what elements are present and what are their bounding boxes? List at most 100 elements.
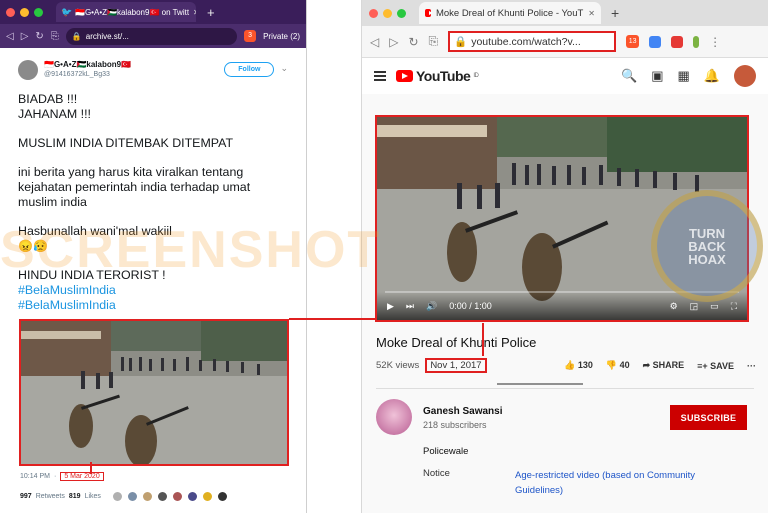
tweet-header: 🇮🇩G•A•Z🇵🇸kalabon9🇹🇷 @91416372kL_Bg33 Fol… [18,60,288,80]
video-info-row: 52K views Nov 1, 2017 👍 130 👎 40 ➦ SHARE… [376,358,756,373]
liker-avatar[interactable] [127,492,137,501]
badge-line: TURN [688,225,726,241]
minimize-window-button[interactable] [383,8,392,18]
notice-link[interactable]: Age-restricted video (based on Community… [515,468,735,498]
apps-grid-icon[interactable]: ▦ [678,68,690,84]
youtube-play-icon [396,70,413,82]
hashtag-link[interactable]: #BelaMuslimIndia [18,283,288,298]
new-tab-button[interactable]: + [611,5,619,21]
lock-icon: 🔒 [71,31,82,41]
youtube-header: YouTube ID 🔍 ▣ ▦ 🔔 [362,58,768,94]
video-title: Moke Dreal of Khunti Police [376,335,537,350]
tab-title: 🇮🇩G•A•Z🇵🇸kalabon9🇹🇷 on Twitt [75,7,190,17]
subscribe-button[interactable]: SUBSCRIBE [670,405,747,430]
notifications-bell-icon[interactable]: 🔔 [704,68,720,84]
chevron-down-icon[interactable]: ⌄ [280,63,288,74]
tab-twitter[interactable]: 🐦 🇮🇩G•A•Z🇵🇸kalabon9🇹🇷 on Twitt ✕ [56,2,196,22]
avatar[interactable] [18,60,38,80]
liker-avatar[interactable] [157,492,167,501]
miniplayer-icon[interactable]: ◲ [690,301,699,312]
avatar[interactable] [734,65,756,87]
screenshot-comparison: 🐦 🇮🇩G•A•Z🇵🇸kalabon9🇹🇷 on Twitt ✕ + ◁ ▷ ↻… [0,0,768,513]
notice-label: Notice [423,468,450,479]
video-actions: 👍 130 👎 40 ➦ SHARE ≡+ SAVE ··· [564,360,756,371]
share-button[interactable]: ➦ SHARE [643,360,685,371]
liker-avatar[interactable] [187,492,197,501]
new-tab-button[interactable]: + [207,5,215,20]
tweet-line: BIADAB !!! [18,92,78,106]
retweets-count[interactable]: 997 [20,493,32,500]
brave-shield-icon[interactable]: 13 [626,35,640,48]
tweet-line: ini berita yang harus kita viralkan tent… [18,165,244,179]
tweet-line [18,210,288,224]
view-count: 52K views [376,360,420,371]
tweet-date[interactable]: 5 Mar 2020 [60,472,104,481]
likes-count[interactable]: 819 [69,493,81,500]
liker-avatar[interactable] [202,492,212,501]
maximize-window-button[interactable] [34,7,43,17]
bookmark-icon[interactable]: ⎘ [429,34,439,49]
channel-avatar[interactable] [376,399,412,435]
close-tab-icon[interactable]: ✕ [588,9,595,18]
save-button[interactable]: ≡+ SAVE [697,361,734,371]
create-video-icon[interactable]: ▣ [651,68,663,84]
address-bar[interactable]: 🔒 youtube.com/watch?v... [448,31,617,52]
translate-extension-icon[interactable] [649,35,662,48]
display-name[interactable]: 🇮🇩G•A•Z🇵🇸kalabon9🇹🇷 [44,60,131,69]
brave-shield-icon[interactable]: 3 [244,30,257,42]
tweet-line [18,122,288,136]
tweet-video[interactable] [19,319,289,466]
url-text: youtube.com/watch?v... [471,35,581,48]
channel-name[interactable]: Ganesh Sawansi [423,406,502,417]
right-tab-bar: Moke Dreal of Khunti Police - YouT ✕ + [362,0,768,26]
reload-icon[interactable]: ↻ [35,31,43,42]
forward-icon[interactable]: ▷ [21,31,29,42]
user-handle[interactable]: @91416372kL_Bg33 [44,71,131,78]
tab-youtube[interactable]: Moke Dreal of Khunti Police - YouT ✕ [419,2,601,24]
fullscreen-icon[interactable]: ⛶ [731,301,737,312]
maximize-window-button[interactable] [397,8,406,18]
dislike-button[interactable]: 👎 40 [606,360,630,371]
minimize-window-button[interactable] [20,7,29,17]
youtube-logo[interactable]: YouTube ID [396,68,479,84]
tweet-line: JAHANAM !!! [18,107,91,121]
extension-pen-icon[interactable] [693,35,700,48]
private-window-label: Private (2) [263,31,300,41]
volume-icon[interactable]: 🔊 [426,301,437,312]
divider [376,388,754,389]
hamburger-menu-icon[interactable] [374,71,386,81]
forward-icon[interactable]: ▷ [389,35,398,49]
tweet-line [18,254,288,268]
like-button[interactable]: 👍 130 [564,360,593,371]
share-label: SHARE [652,360,685,370]
menu-icon[interactable]: ⋮ [709,35,721,49]
settings-gear-icon[interactable]: ⚙ [670,301,678,312]
next-icon[interactable]: ⏭ [406,301,414,312]
extension-m-icon[interactable] [671,35,684,48]
search-icon[interactable]: 🔍 [621,68,637,84]
likes-label: Likes [84,493,101,500]
close-window-button[interactable] [369,8,378,18]
hashtag-link[interactable]: #BelaMuslimIndia [18,298,288,313]
play-icon[interactable]: ▶ [387,301,394,312]
liker-avatar[interactable] [142,492,152,501]
tweet-line [18,151,288,165]
more-actions-icon[interactable]: ··· [747,361,756,371]
liker-avatar[interactable] [112,492,122,501]
close-tab-icon[interactable]: ✕ [193,8,196,17]
bookmark-icon[interactable]: ⎘ [51,31,59,42]
liker-avatar[interactable] [217,492,227,501]
left-browser-window: 🐦 🇮🇩G•A•Z🇵🇸kalabon9🇹🇷 on Twitt ✕ + ◁ ▷ ↻… [0,0,307,513]
subscriber-count: 218 subscribers [423,420,487,430]
back-icon[interactable]: ◁ [370,35,379,49]
follow-button[interactable]: Follow [224,62,275,77]
back-icon[interactable]: ◁ [6,31,14,42]
address-bar[interactable]: 🔒 archive.st/... [65,27,238,45]
street-scene-image [21,321,287,464]
liker-avatar[interactable] [172,492,182,501]
close-window-button[interactable] [6,7,15,17]
tweet-line: kejahatan pemerintah india terhadap umat [18,180,251,194]
emoji-line: 😠😥 [18,239,48,253]
theater-mode-icon[interactable]: ▭ [710,301,719,312]
reload-icon[interactable]: ↻ [408,35,418,49]
